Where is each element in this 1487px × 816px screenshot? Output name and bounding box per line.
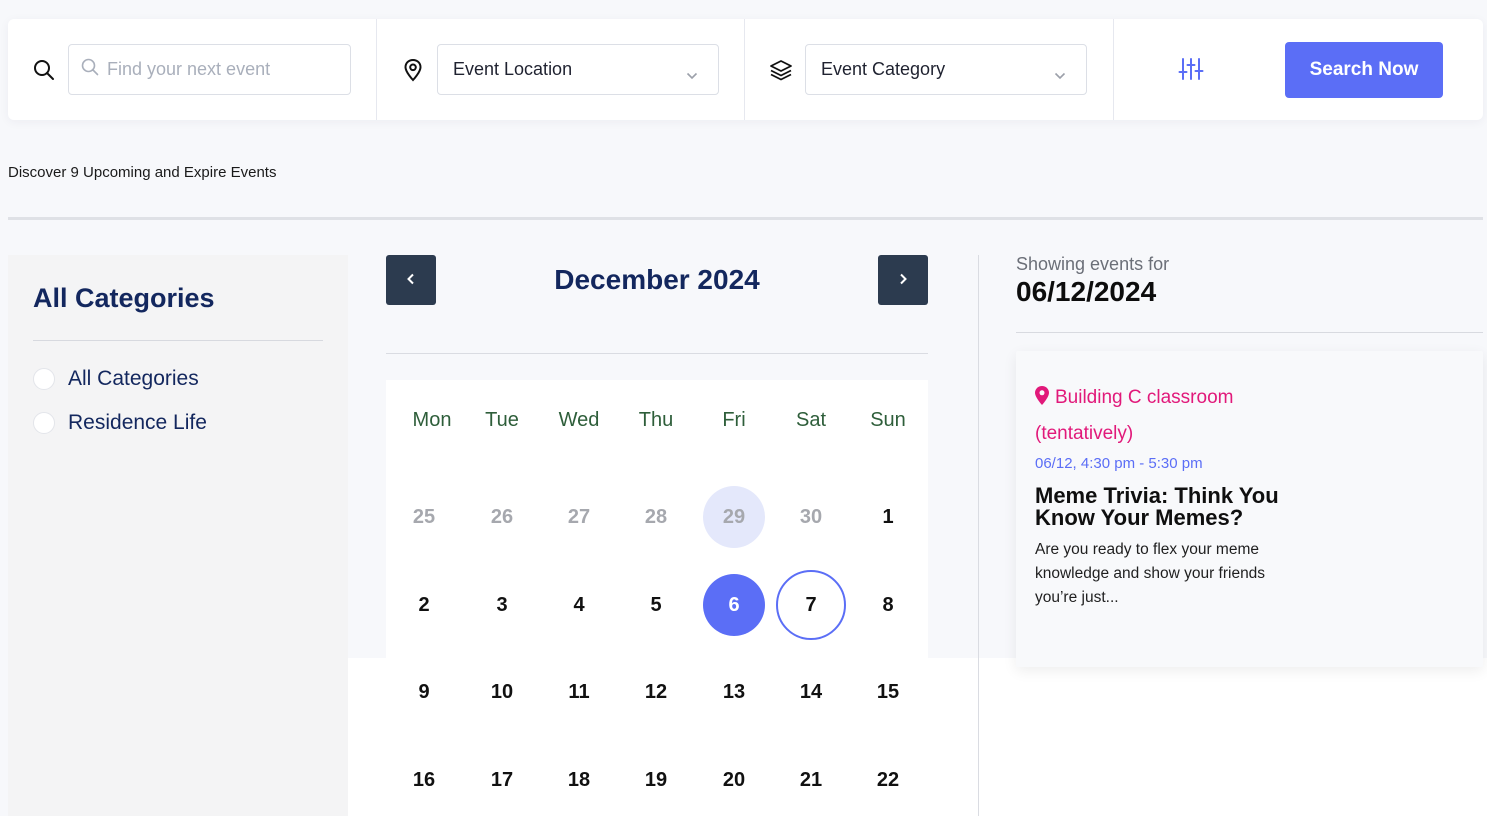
previous-month-button[interactable]	[386, 255, 436, 305]
calendar-day[interactable]: 20	[703, 749, 765, 811]
sliders-icon[interactable]	[1178, 57, 1204, 81]
weekday-label: Fri	[722, 409, 746, 431]
calendar-day[interactable]: 5	[625, 574, 687, 636]
keyword-segment	[8, 19, 376, 120]
weekday-label: Mon	[412, 409, 452, 431]
calendar-day[interactable]: 18	[548, 749, 610, 811]
category-select[interactable]: Event Category	[805, 44, 1087, 95]
radio-button[interactable]	[33, 368, 55, 390]
calendar-day[interactable]: 11	[548, 661, 610, 723]
weekday-label: Tue	[485, 409, 519, 431]
category-option-label: Residence Life	[68, 411, 207, 434]
category-option-residence-life[interactable]: Residence Life	[33, 411, 207, 435]
event-description: Are you ready to flex your meme knowledg…	[1035, 541, 1266, 606]
calendar-day[interactable]: 12	[625, 661, 687, 723]
layers-icon	[769, 58, 793, 82]
location-select[interactable]: Event Location	[437, 44, 719, 95]
calendar-day-selected[interactable]: 6	[703, 574, 765, 636]
event-card[interactable]: Building C classroom (tentatively) 06/12…	[1016, 351, 1483, 667]
category-select-value: Event Category	[821, 59, 946, 79]
selected-date: 06/12/2024	[1016, 276, 1157, 307]
calendar-day[interactable]: 17	[471, 749, 533, 811]
keyword-field	[68, 44, 351, 95]
map-pin-icon	[401, 58, 425, 82]
calendar-day[interactable]: 9	[393, 661, 455, 723]
event-location: Building C classroom (tentatively)	[1035, 381, 1265, 451]
search-input[interactable]	[107, 59, 337, 80]
category-option-all[interactable]: All Categories	[33, 367, 199, 391]
event-location-line1: Building C classroom	[1055, 387, 1234, 408]
calendar-day[interactable]: 21	[780, 749, 842, 811]
calendar-day[interactable]: 19	[625, 749, 687, 811]
sidebar-title: All Categories	[33, 283, 215, 313]
event-title[interactable]: Meme Trivia: Think You Know Your Memes?	[1035, 485, 1305, 529]
chevron-right-icon	[898, 273, 908, 288]
chevron-down-icon	[1054, 64, 1066, 85]
calendar-header: December 2024	[386, 255, 928, 305]
calendar-day-today[interactable]: 7	[776, 570, 846, 640]
search-icon	[32, 58, 56, 82]
calendar-day[interactable]: 25	[393, 486, 455, 548]
search-now-button[interactable]: Search Now	[1285, 42, 1443, 98]
radio-button[interactable]	[33, 412, 55, 434]
calendar-day[interactable]: 29	[703, 486, 765, 548]
divider	[386, 353, 928, 354]
calendar-day[interactable]: 1	[857, 486, 919, 548]
weekday-label: Sun	[870, 409, 906, 431]
calendar-day[interactable]: 10	[471, 661, 533, 723]
weekday-label: Wed	[558, 409, 600, 431]
search-input-icon	[81, 58, 99, 81]
actions-segment: Search Now	[1113, 19, 1483, 120]
calendar-day[interactable]: 14	[780, 661, 842, 723]
calendar-day[interactable]: 8	[857, 574, 919, 636]
calendar-day[interactable]: 27	[548, 486, 610, 548]
event-time: 06/12, 4:30 pm - 5:30 pm	[1035, 455, 1203, 472]
event-location-line2: (tentatively)	[1035, 423, 1134, 444]
calendar-day[interactable]: 2	[393, 574, 455, 636]
map-pin-icon	[1035, 383, 1049, 417]
calendar-day[interactable]: 22	[857, 749, 919, 811]
divider	[33, 340, 323, 341]
divider	[1016, 332, 1483, 333]
divider	[978, 255, 979, 816]
chevron-left-icon	[406, 273, 416, 288]
weekday-label: Thu	[638, 409, 674, 431]
calendar-day[interactable]: 15	[857, 661, 919, 723]
location-segment: Event Location	[376, 19, 744, 120]
chevron-down-icon	[686, 64, 698, 85]
category-option-label: All Categories	[68, 367, 199, 390]
search-bar: Event Location Event Category Sear	[8, 19, 1483, 120]
calendar-month-title: December 2024	[554, 264, 760, 295]
weekday-label: Sat	[795, 409, 827, 431]
calendar-day[interactable]: 16	[393, 749, 455, 811]
next-month-button[interactable]	[878, 255, 928, 305]
calendar-day[interactable]: 4	[548, 574, 610, 636]
showing-events-label: Showing events for	[1016, 254, 1170, 274]
events-count-text: Discover 9 Upcoming and Expire Events	[8, 164, 277, 181]
location-select-value: Event Location	[453, 59, 573, 79]
category-sidebar: All Categories All Categories Residence …	[8, 255, 348, 816]
category-segment: Event Category	[744, 19, 1113, 120]
calendar-day[interactable]: 13	[703, 661, 765, 723]
divider	[8, 217, 1483, 220]
calendar-day[interactable]: 28	[625, 486, 687, 548]
calendar-day[interactable]: 3	[471, 574, 533, 636]
calendar-day[interactable]: 26	[471, 486, 533, 548]
calendar-day[interactable]: 30	[780, 486, 842, 548]
